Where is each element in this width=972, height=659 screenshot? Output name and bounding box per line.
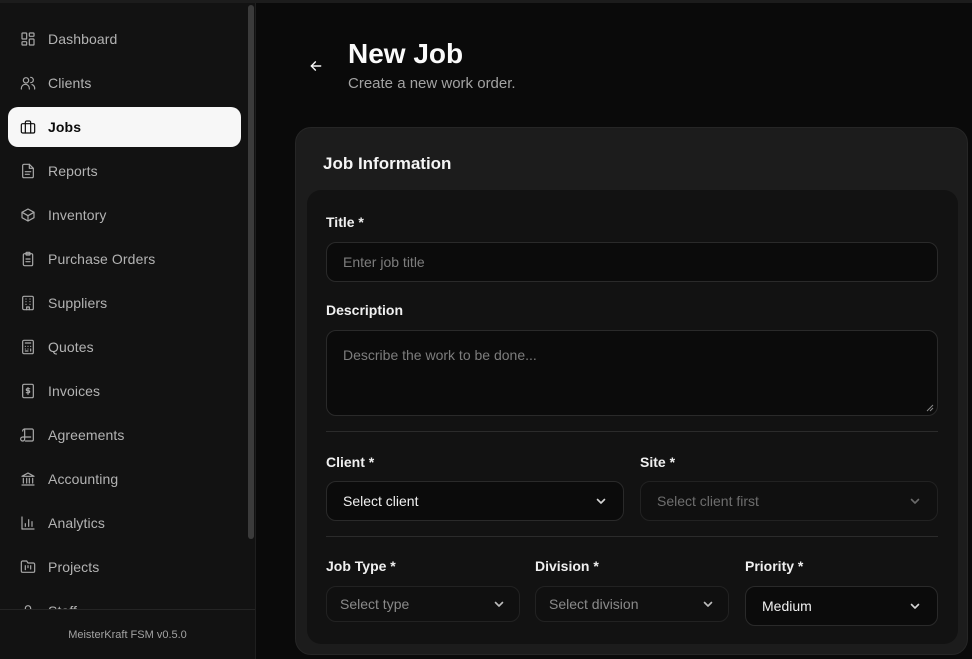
sidebar-item-label: Inventory — [48, 207, 107, 223]
job-type-label: Job Type * — [326, 558, 396, 574]
back-button[interactable] — [304, 54, 328, 78]
title-placeholder: Enter job title — [343, 254, 425, 270]
sidebar-item-label: Analytics — [48, 515, 105, 531]
app-window: Dashboard Clients Jobs Reports Inventory Purc… — [0, 0, 972, 659]
arrow-left-icon — [310, 61, 322, 71]
page-title: New Job — [348, 38, 464, 69]
resize-handle-icon[interactable] — [926, 404, 934, 412]
sidebar-item-label: Clients — [48, 75, 92, 91]
sidebar-item-label: Reports — [48, 163, 98, 179]
title-input[interactable]: Enter job title — [326, 242, 938, 282]
site-select[interactable]: Select client first — [640, 481, 938, 521]
priority-label: Priority * — [745, 558, 804, 574]
package-icon — [20, 207, 36, 223]
description-textarea[interactable]: Describe the work to be done... — [326, 330, 938, 416]
sidebar-item-staff[interactable]: Staff — [8, 591, 241, 609]
sidebar-item-quotes[interactable]: Quotes — [8, 327, 241, 367]
sidebar-item-inventory[interactable]: Inventory — [8, 195, 241, 235]
client-label: Client * — [326, 454, 375, 470]
sidebar-item-jobs[interactable]: Jobs — [8, 107, 241, 147]
chevron-down-icon — [493, 598, 505, 610]
page-subtitle: Create a new work order. — [348, 75, 516, 92]
sidebar-item-label: Agreements — [48, 427, 125, 443]
sidebar-item-suppliers[interactable]: Suppliers — [8, 283, 241, 323]
sidebar-item-label: Invoices — [48, 383, 101, 399]
chevron-down-icon — [595, 495, 607, 507]
form-body: Title * Enter job title Description Desc… — [307, 190, 958, 644]
users-icon — [20, 75, 36, 91]
description-label: Description — [326, 302, 404, 318]
sidebar-item-accounting[interactable]: Accounting — [8, 459, 241, 499]
division-select-value: Select division — [549, 596, 639, 612]
sidebar-item-purchase-orders[interactable]: Purchase Orders — [8, 239, 241, 279]
calculator-icon — [20, 339, 36, 355]
clipboard-icon — [20, 251, 36, 267]
sidebar-item-dashboard[interactable]: Dashboard — [8, 19, 241, 59]
sidebar-nav: Dashboard Clients Jobs Reports Inventory Purc… — [8, 19, 241, 609]
section-title: Job Information — [323, 154, 452, 173]
building-icon — [20, 295, 36, 311]
description-placeholder: Describe the work to be done... — [343, 347, 537, 363]
folder-kanban-icon — [20, 559, 36, 575]
scroll-icon — [20, 427, 36, 443]
sidebar-scrollbar[interactable] — [248, 5, 254, 539]
title-label: Title * — [326, 214, 364, 230]
job-information-card: Job Information Title * Enter job title … — [295, 127, 968, 655]
job-type-select-value: Select type — [340, 596, 410, 612]
client-select[interactable]: Select client — [326, 481, 624, 521]
sidebar-item-label: Accounting — [48, 471, 119, 487]
sidebar-item-projects[interactable]: Projects — [8, 547, 241, 587]
sidebar-item-label: Quotes — [48, 339, 94, 355]
site-select-value: Select client first — [657, 493, 759, 509]
file-text-icon — [20, 163, 36, 179]
chevron-down-icon — [909, 600, 921, 612]
sidebar-item-label: Purchase Orders — [48, 251, 156, 267]
sidebar-item-invoices[interactable]: Invoices — [8, 371, 241, 411]
sidebar-item-clients[interactable]: Clients — [8, 63, 241, 103]
divider — [326, 431, 938, 432]
sidebar-item-label: Suppliers — [48, 295, 108, 311]
priority-select[interactable]: Medium — [745, 586, 938, 626]
app-version: MeisterKraft FSM v0.5.0 — [0, 609, 255, 659]
sidebar-item-agreements[interactable]: Agreements — [8, 415, 241, 455]
sidebar-item-reports[interactable]: Reports — [8, 151, 241, 191]
bar-chart-icon — [20, 515, 36, 531]
dollar-file-icon — [20, 383, 36, 399]
sidebar-item-label: Jobs — [48, 119, 82, 135]
briefcase-icon — [20, 119, 36, 135]
divider — [326, 536, 938, 537]
job-type-select[interactable]: Select type — [326, 586, 520, 622]
bank-icon — [20, 471, 36, 487]
division-label: Division * — [535, 558, 599, 574]
sidebar: Dashboard Clients Jobs Reports Inventory Purc… — [0, 3, 256, 659]
division-select[interactable]: Select division — [535, 586, 729, 622]
chevron-down-icon — [909, 495, 921, 507]
priority-select-value: Medium — [762, 598, 812, 614]
sidebar-item-label: Projects — [48, 559, 100, 575]
chevron-down-icon — [702, 598, 714, 610]
sidebar-item-label: Dashboard — [48, 31, 118, 47]
sidebar-item-analytics[interactable]: Analytics — [8, 503, 241, 543]
dashboard-icon — [20, 31, 36, 47]
client-select-value: Select client — [343, 493, 419, 509]
site-label: Site * — [640, 454, 676, 470]
